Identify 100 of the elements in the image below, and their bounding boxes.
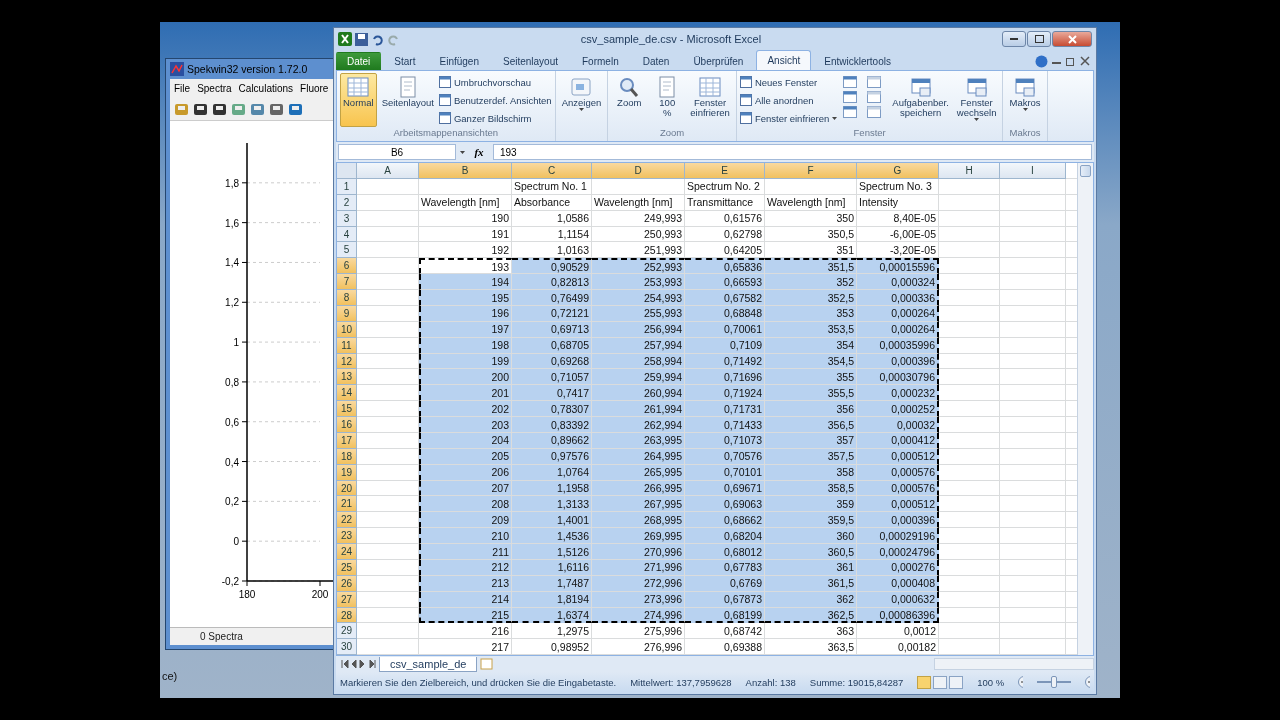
menu-item[interactable]: File (174, 82, 191, 94)
table-cell: 355,5 (765, 385, 857, 402)
row-header[interactable]: 23 (337, 528, 357, 545)
window-icon (739, 112, 752, 124)
ribbon-button[interactable]: 100 % (649, 73, 686, 127)
ribbon-button[interactable]: Anzeigen (558, 73, 605, 127)
ribbon-tab[interactable]: Entwicklertools (813, 52, 902, 70)
window-icon[interactable] (867, 76, 882, 88)
axis-label: 200 (311, 589, 329, 600)
table-cell: 0,82813 (512, 274, 592, 291)
row-header[interactable]: 13 (337, 369, 357, 386)
vertical-scrollbar[interactable] (1077, 163, 1093, 655)
desktop-text: ce) (162, 670, 178, 682)
menu-item[interactable]: Fluore (300, 82, 329, 94)
save-icon[interactable] (355, 32, 368, 46)
row-header[interactable]: 24 (337, 544, 357, 560)
ribbon-tab[interactable]: Seitenlayout (491, 52, 569, 70)
ribbon-button[interactable]: Umbruchvorschau (438, 74, 552, 90)
ribbon-tab[interactable]: Start (383, 52, 427, 70)
table-cell: 363 (765, 623, 857, 640)
toolbar-icon[interactable] (212, 101, 227, 116)
help-icon[interactable] (1035, 54, 1048, 68)
window-icon[interactable] (843, 106, 858, 118)
axis-label: 1,4 (225, 257, 239, 269)
window-icon[interactable] (843, 76, 858, 88)
row-header[interactable]: 8 (337, 290, 357, 306)
ribbon-button[interactable]: Fenster einfrieren (687, 73, 733, 127)
row-header[interactable]: 15 (337, 401, 357, 418)
status-text: 0 Spectra (199, 631, 243, 642)
maximize-button[interactable] (1027, 31, 1051, 47)
ribbon-tab[interactable]: Formeln (571, 52, 630, 70)
sheet-nav-icon[interactable] (340, 660, 376, 668)
row-header[interactable]: 7 (337, 274, 357, 291)
close-button[interactable] (1052, 31, 1092, 47)
horizontal-scrollbar[interactable] (934, 658, 1094, 670)
axis-label: 1 (233, 337, 239, 349)
ribbon-tab[interactable]: Überprüfen (682, 52, 755, 70)
group-label: Zoom (658, 127, 686, 140)
close-icon[interactable] (1080, 56, 1090, 66)
row-header[interactable]: 16 (337, 417, 357, 433)
status-message: Markieren Sie den Zielbereich, und drücken Sie die Eingabetaste. (340, 676, 617, 688)
row-header[interactable]: 14 (337, 385, 357, 402)
ribbon-button[interactable]: Fenster einfrieren (739, 110, 838, 126)
name-box[interactable]: B6 (338, 144, 456, 160)
ribbon-button[interactable]: Makros (1006, 73, 1044, 127)
column-header[interactable]: C (512, 163, 592, 179)
zoom-in-icon[interactable] (1085, 676, 1090, 688)
toolbar-icon[interactable] (269, 101, 284, 116)
column-header[interactable]: I (1000, 163, 1066, 179)
maximize-icon (1034, 35, 1044, 43)
window-icon[interactable] (867, 106, 882, 118)
row-header[interactable]: 6 (337, 258, 357, 275)
zoom-out-icon[interactable] (1018, 676, 1023, 688)
ribbon-button[interactable]: Seitenlayout (378, 73, 437, 127)
column-header[interactable]: G (857, 163, 939, 179)
column-header[interactable]: D (592, 163, 685, 179)
row-header[interactable]: 21 (337, 496, 357, 513)
ribbon-tab[interactable]: Ansicht (756, 50, 812, 70)
ribbon-button[interactable]: Benutzerdef. Ansichten (438, 92, 552, 108)
row-header[interactable]: 5 (337, 242, 357, 259)
table-cell: 195 (419, 290, 512, 306)
column-header[interactable]: F (765, 163, 857, 179)
ribbon-button[interactable]: Normal (340, 73, 377, 127)
window-icon[interactable] (867, 91, 882, 103)
ribbon-button[interactable]: Alle anordnen (739, 92, 838, 108)
column-header[interactable]: E (685, 163, 765, 179)
table-cell: 269,995 (592, 528, 685, 545)
formula-field[interactable]: 193 (493, 144, 1092, 160)
zoom-level: 100 % (977, 676, 1005, 688)
table-cell: 0,69063 (685, 496, 765, 513)
table-cell: 0,68662 (685, 512, 765, 529)
view-button[interactable] (933, 675, 948, 689)
sheet-tab[interactable]: csv_sample_de (379, 656, 478, 672)
menu-item[interactable]: Calculations (238, 82, 294, 94)
window-icon[interactable] (843, 91, 858, 103)
file-tab[interactable]: Datei (336, 52, 382, 70)
table-cell: 251,993 (592, 242, 685, 259)
function-button[interactable]: fx (469, 146, 489, 158)
row-header[interactable]: 30 (337, 639, 357, 655)
toolbar-icon[interactable] (193, 101, 208, 116)
ribbon-button[interactable]: Ganzer Bildschirm (438, 110, 552, 126)
row-header[interactable]: 22 (337, 512, 357, 529)
ribbon-button[interactable]: Zoom (611, 73, 648, 127)
restore-icon[interactable] (1066, 56, 1076, 66)
ribbon-button[interactable]: Fenster wechseln (953, 73, 1000, 127)
table-cell: 0,00032 (857, 417, 939, 433)
column-header[interactable]: B (419, 163, 512, 179)
ribbon-button[interactable]: Neues Fenster (739, 74, 838, 90)
ribbon-button[interactable]: Aufgabenber. speichern (889, 73, 952, 127)
undo-icon[interactable] (371, 32, 384, 46)
view-button[interactable] (949, 675, 964, 689)
column-header[interactable]: H (939, 163, 1000, 179)
row-header[interactable]: 29 (337, 623, 357, 640)
view-button[interactable] (917, 675, 932, 689)
ribbon-tab[interactable]: Einfügen (428, 52, 490, 70)
column-header[interactable]: A (357, 163, 419, 179)
minimize-button[interactable] (1002, 31, 1026, 47)
table-cell: 0,00015596 (857, 258, 939, 275)
menu-item[interactable]: Spectra (197, 82, 232, 94)
ribbon-tab[interactable]: Daten (631, 52, 681, 70)
